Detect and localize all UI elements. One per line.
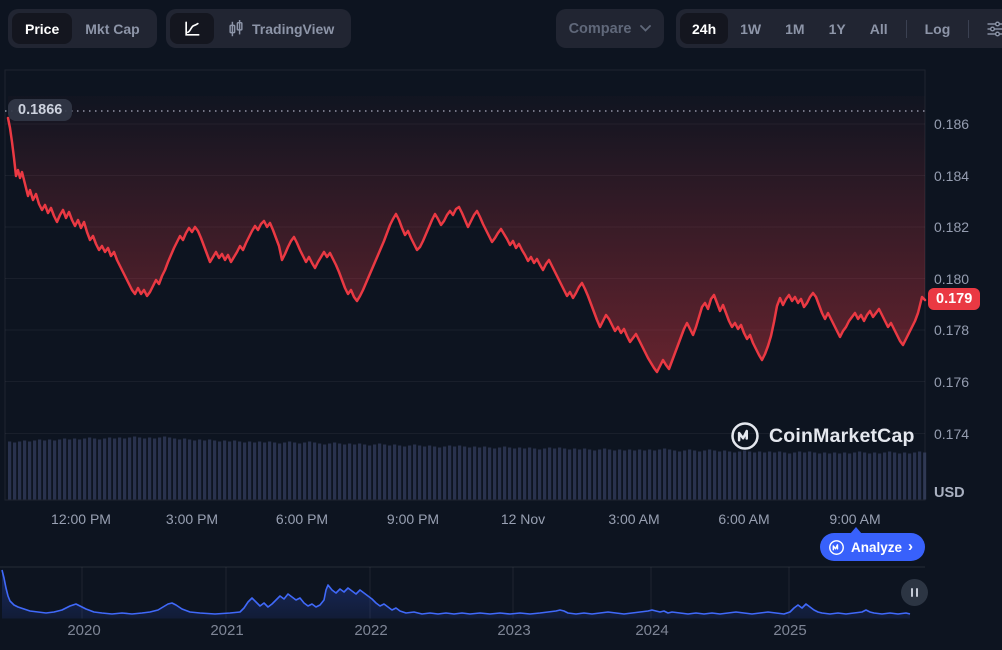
price-chart-page: Price Mkt Cap TradingView Compare 24h1W1… — [0, 0, 1002, 650]
y-axis-tick: 0.180 — [934, 271, 998, 287]
watermark-label: CoinMarketCap — [769, 425, 915, 448]
analyze-chevron-icon: › — [908, 538, 913, 555]
minimap-year-tick: 2021 — [210, 622, 243, 639]
x-axis-tick: 6:00 AM — [718, 511, 769, 527]
log-scale-button[interactable]: Log — [913, 13, 963, 44]
y-axis-unit: USD — [934, 485, 965, 501]
range-button-1w[interactable]: 1W — [728, 13, 773, 44]
analyze-label: Analyze — [851, 540, 902, 555]
compare-label: Compare — [569, 21, 632, 37]
sliders-icon — [985, 19, 1002, 39]
log-label: Log — [925, 21, 951, 37]
minimap-year-tick: 2023 — [497, 622, 530, 639]
line-chart-icon — [182, 19, 202, 39]
analyze-button[interactable]: Analyze › — [820, 533, 925, 561]
y-axis-tick: 0.178 — [934, 322, 998, 338]
compare-button[interactable]: Compare — [556, 9, 664, 48]
time-range-group: 24h1W1M1YAll Log — [676, 9, 1002, 48]
last-price-badge: 0.179 — [928, 288, 980, 310]
x-axis-tick: 3:00 AM — [608, 511, 659, 527]
high-price-badge: 0.1866 — [8, 99, 72, 121]
price-area-fill — [8, 96, 925, 372]
mktcap-tab[interactable]: Mkt Cap — [72, 13, 152, 44]
analyze-pointer — [850, 527, 862, 534]
minimap-drag-handle[interactable] — [901, 579, 928, 606]
y-axis-tick: 0.182 — [934, 219, 998, 235]
toolbar-divider — [906, 20, 907, 38]
line-chart-type-button[interactable] — [170, 13, 214, 44]
minimap-area-fill — [2, 570, 910, 619]
minimap-line — [2, 570, 910, 614]
range-button-all[interactable]: All — [858, 13, 900, 44]
minimap-year-tick: 2025 — [773, 622, 806, 639]
y-axis-tick: 0.184 — [934, 168, 998, 184]
price-tab-label: Price — [25, 21, 59, 37]
toolbar-divider — [968, 20, 969, 38]
chart-type-toggle: TradingView — [166, 9, 351, 48]
coinmarketcap-logo-icon — [730, 421, 760, 451]
price-mktcap-toggle: Price Mkt Cap — [8, 9, 157, 48]
candlestick-icon — [227, 19, 245, 39]
mktcap-tab-label: Mkt Cap — [85, 21, 139, 37]
minimap-gridlines — [0, 567, 925, 619]
chart-settings-button[interactable] — [975, 13, 1002, 44]
y-axis-tick: 0.174 — [934, 426, 998, 442]
analyze-logo-icon — [828, 539, 845, 556]
x-axis-tick: 12 Nov — [501, 511, 545, 527]
minimap-year-tick: 2020 — [67, 622, 100, 639]
x-axis-tick: 9:00 PM — [387, 511, 439, 527]
y-axis-tick: 0.186 — [934, 116, 998, 132]
x-axis-tick: 12:00 PM — [51, 511, 111, 527]
y-axis-tick: 0.176 — [934, 374, 998, 390]
range-button-1y[interactable]: 1Y — [817, 13, 858, 44]
chevron-down-icon — [640, 25, 651, 32]
x-axis-tick: 9:00 AM — [829, 511, 880, 527]
time-range-buttons: 24h1W1M1YAll — [680, 13, 900, 44]
price-tab[interactable]: Price — [12, 13, 72, 44]
range-button-24h[interactable]: 24h — [680, 13, 728, 44]
tradingview-chart-type-button[interactable]: TradingView — [214, 13, 347, 44]
tradingview-label: TradingView — [252, 21, 334, 37]
minimap-year-tick: 2024 — [635, 622, 668, 639]
x-axis-tick: 6:00 PM — [276, 511, 328, 527]
coinmarketcap-watermark: CoinMarketCap — [730, 421, 915, 451]
minimap-year-tick: 2022 — [354, 622, 387, 639]
minimap-range-selector[interactable] — [0, 563, 930, 621]
x-axis-tick: 3:00 PM — [166, 511, 218, 527]
range-button-1m[interactable]: 1M — [773, 13, 816, 44]
